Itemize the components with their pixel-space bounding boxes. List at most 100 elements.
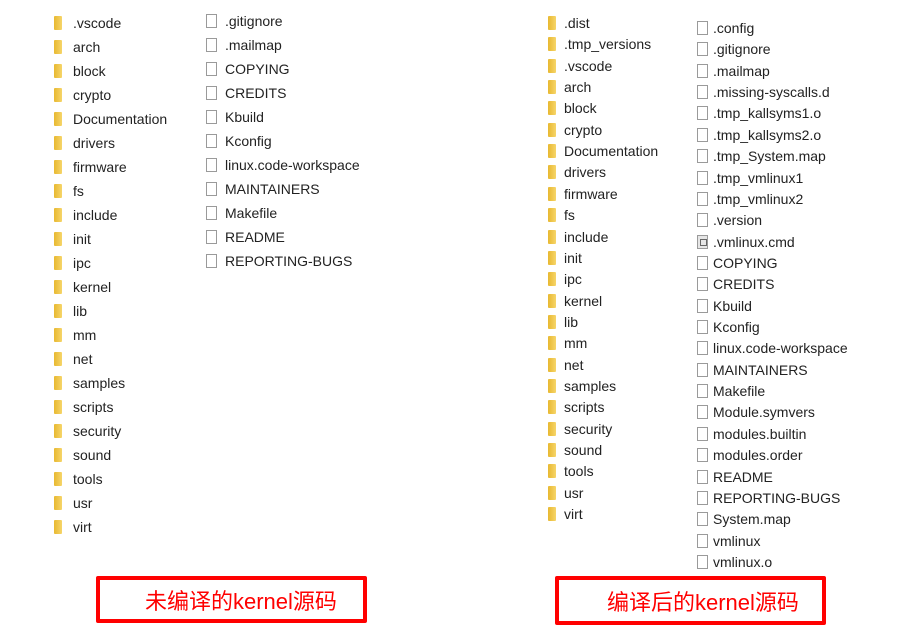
file-item[interactable]: .tmp_vmlinux1 <box>697 168 803 188</box>
folder-item[interactable]: block <box>54 61 106 81</box>
file-item[interactable]: Kbuild <box>697 296 752 316</box>
folder-item[interactable]: .dist <box>548 13 590 33</box>
file-item[interactable]: .missing-syscalls.d <box>697 82 830 102</box>
folder-item[interactable]: tools <box>54 469 103 489</box>
file-item[interactable]: Kconfig <box>697 317 760 337</box>
file-item[interactable]: .config <box>697 18 754 38</box>
folder-item[interactable]: firmware <box>54 157 127 177</box>
folder-item[interactable]: fs <box>54 181 84 201</box>
file-name: CREDITS <box>713 276 775 293</box>
folder-item[interactable]: block <box>548 98 597 118</box>
file-item[interactable]: .mailmap <box>697 61 770 81</box>
file-item[interactable]: MAINTAINERS <box>206 179 320 199</box>
folder-item[interactable]: mm <box>54 325 96 345</box>
folder-item[interactable]: drivers <box>54 133 115 153</box>
folder-item[interactable]: sound <box>548 440 602 460</box>
folder-name: virt <box>73 519 92 535</box>
file-item[interactable]: CREDITS <box>206 83 286 103</box>
file-item[interactable]: .gitignore <box>697 39 771 59</box>
folder-item[interactable]: arch <box>54 37 100 57</box>
file-name: Kbuild <box>713 297 752 314</box>
file-item[interactable]: vmlinux.o <box>697 552 772 572</box>
file-item[interactable]: CREDITS <box>697 274 774 294</box>
file-item[interactable]: .tmp_vmlinux2 <box>697 189 803 209</box>
file-item[interactable]: Makefile <box>697 381 765 401</box>
file-item[interactable]: .gitignore <box>206 11 283 31</box>
file-item[interactable]: vmlinux <box>697 531 760 551</box>
folder-icon <box>548 122 556 137</box>
file-item[interactable]: linux.code-workspace <box>206 155 360 175</box>
folder-item[interactable]: security <box>548 419 612 439</box>
folder-item[interactable]: crypto <box>54 85 111 105</box>
folder-icon <box>54 400 62 414</box>
file-item[interactable]: REPORTING-BUGS <box>206 251 352 271</box>
folder-item[interactable]: init <box>54 229 91 249</box>
folder-item[interactable]: virt <box>548 504 583 524</box>
folder-item[interactable]: virt <box>54 517 92 537</box>
file-item[interactable]: .tmp_kallsyms1.o <box>697 103 821 123</box>
folder-item[interactable]: ipc <box>548 269 582 289</box>
folder-item[interactable]: lib <box>548 312 578 332</box>
file-item[interactable]: System.map <box>697 509 791 529</box>
file-icon <box>697 533 708 548</box>
file-item[interactable]: MAINTAINERS <box>697 360 808 380</box>
file-name: REPORTING-BUGS <box>225 253 353 269</box>
folder-item[interactable]: .vscode <box>548 56 612 76</box>
file-name: .gitignore <box>713 41 771 58</box>
file-item[interactable]: linux.code-workspace <box>697 338 848 358</box>
folder-item[interactable]: net <box>54 349 92 369</box>
folder-item[interactable]: sound <box>54 445 111 465</box>
file-item[interactable]: Kbuild <box>206 107 264 127</box>
file-item[interactable]: .mailmap <box>206 35 282 55</box>
file-item[interactable]: modules.order <box>697 445 803 465</box>
folder-item[interactable]: usr <box>54 493 92 513</box>
folder-item[interactable]: tools <box>548 461 594 481</box>
folder-item[interactable]: samples <box>548 376 616 396</box>
folder-item[interactable]: ipc <box>54 253 91 273</box>
folder-item[interactable]: crypto <box>548 120 602 140</box>
folder-item[interactable]: .tmp_versions <box>548 34 651 54</box>
file-icon <box>206 182 217 196</box>
file-item[interactable]: Module.symvers <box>697 402 815 422</box>
file-item[interactable]: COPYING <box>697 253 778 273</box>
folder-name: virt <box>564 506 583 523</box>
folder-item[interactable]: firmware <box>548 184 618 204</box>
folder-item[interactable]: include <box>548 227 608 247</box>
folder-name: mm <box>564 335 588 352</box>
file-item[interactable]: .tmp_kallsyms2.o <box>697 125 821 145</box>
folder-item[interactable]: security <box>54 421 121 441</box>
folder-item[interactable]: net <box>548 355 583 375</box>
file-item[interactable]: Kconfig <box>206 131 272 151</box>
file-item[interactable]: .version <box>697 210 762 230</box>
folder-item[interactable]: usr <box>548 483 583 503</box>
folder-item[interactable]: kernel <box>54 277 111 297</box>
file-item[interactable]: README <box>206 227 285 247</box>
folder-item[interactable]: mm <box>548 333 587 353</box>
folder-icon <box>54 136 62 150</box>
folder-item[interactable]: kernel <box>548 291 602 311</box>
folder-icon <box>54 376 62 390</box>
folder-item[interactable]: scripts <box>54 397 113 417</box>
folder-item[interactable]: include <box>54 205 117 225</box>
folder-name: sound <box>73 447 112 463</box>
file-item[interactable]: modules.builtin <box>697 424 806 444</box>
file-icon <box>206 38 217 52</box>
folder-icon <box>54 424 62 438</box>
folder-name: scripts <box>73 399 114 415</box>
file-item[interactable]: .vmlinux.cmd <box>697 232 795 252</box>
folder-item[interactable]: arch <box>548 77 591 97</box>
folder-item[interactable]: Documentation <box>548 141 658 161</box>
folder-item[interactable]: scripts <box>548 397 604 417</box>
folder-item[interactable]: fs <box>548 205 575 225</box>
file-item[interactable]: .tmp_System.map <box>697 146 826 166</box>
file-item[interactable]: README <box>697 467 773 487</box>
file-item[interactable]: COPYING <box>206 59 290 79</box>
folder-item[interactable]: drivers <box>548 162 606 182</box>
file-item[interactable]: Makefile <box>206 203 277 223</box>
folder-item[interactable]: Documentation <box>54 109 167 129</box>
folder-item[interactable]: init <box>548 248 582 268</box>
file-item[interactable]: REPORTING-BUGS <box>697 488 840 508</box>
folder-item[interactable]: samples <box>54 373 125 393</box>
folder-item[interactable]: lib <box>54 301 87 321</box>
folder-item[interactable]: .vscode <box>54 13 121 33</box>
